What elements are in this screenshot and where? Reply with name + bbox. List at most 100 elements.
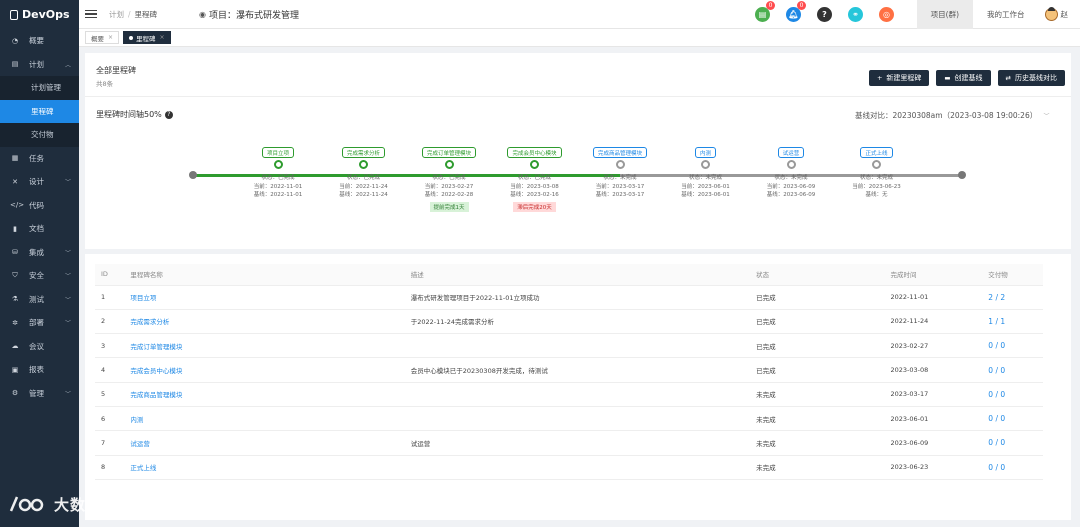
deliverables-link[interactable]: 0 / 0 (988, 406, 1043, 432)
milestone-name-link[interactable]: 完成订单管理模块 (130, 333, 411, 359)
timeline-milestone[interactable]: 正式上线 状态：未完成 当前：2023-06-23 基线：无 (832, 147, 922, 200)
new-milestone-button[interactable]: + 新建里程碑 (868, 70, 930, 86)
sidebar-item[interactable]: ⛁ 集成 ﹀ (0, 241, 79, 265)
milestone-status: 状态：已完成 (432, 175, 466, 181)
project-selector[interactable]: ◉ 项目： 瀑布式研发管理 (199, 8, 299, 21)
help-icon[interactable]: ? (164, 110, 173, 119)
sidebar-item[interactable]: ▦ 任务 (0, 147, 79, 171)
menu-toggle-icon[interactable] (85, 9, 97, 19)
milestone-base: 基线：2023-02-16 (510, 192, 559, 198)
row-status: 已完成 (756, 333, 891, 359)
sidebar-item-label: 文档 (29, 224, 44, 234)
sidebar-item[interactable]: ⚗ 测试 ﹀ (0, 288, 79, 312)
timeline-milestone[interactable]: 完成会员中心模块 状态：已完成 当前：2023-03-08 基线：2023-02-16… (490, 147, 580, 212)
sidebar-item[interactable]: ⛉ 安全 ﹀ (0, 264, 79, 288)
timeline-end-dot (958, 171, 966, 179)
test-icon: ⚗ (11, 295, 19, 304)
row-id: 3 (95, 333, 131, 359)
sidebar-item[interactable]: ▣ 报表 (0, 358, 79, 382)
deliverables-link[interactable]: 1 / 1 (988, 309, 1043, 335)
milestone-name-link[interactable]: 正式上线 (130, 455, 411, 480)
milestone-current: 当前：2023-02-27 (424, 183, 474, 190)
settings-icon-glyph: ◎ (883, 10, 890, 19)
settings-icon[interactable]: ◎ (879, 7, 894, 22)
timeline-milestone[interactable]: 内测 状态：未完成 当前：2023-06-01 基线：2023-06-01 (661, 147, 751, 200)
baseline-icon: ▬ (944, 74, 951, 82)
chevron-down-icon: ﹀ (64, 390, 71, 398)
history-compare-label: 历史基线对比 (1015, 74, 1057, 82)
sidebar-item[interactable]: ✕ 设计 ﹀ (0, 170, 79, 194)
chevron-down-icon: ﹀ (64, 320, 71, 328)
milestone-node (615, 160, 625, 169)
tab-my-workbench[interactable]: 我的工作台 (973, 0, 1039, 29)
app-logo[interactable]: DevOps (0, 0, 79, 29)
milestone-base: 基线：2022-11-24 (339, 192, 388, 198)
deliverables-link[interactable]: 0 / 0 (988, 357, 1043, 383)
page-title: 全部里程碑 (96, 66, 136, 75)
sidebar-item[interactable]: ▮ 文档 (0, 217, 79, 241)
row-id: 4 (95, 357, 131, 383)
milestone-base: 基线：2022-02-28 (424, 192, 474, 198)
col-id: ID (95, 264, 131, 286)
timeline-milestone[interactable]: 完成需求分析 状态：已完成 当前：2022-11-24 基线：2022-11-24 (319, 147, 409, 200)
history-baseline-compare-button[interactable]: ⇄ 历史基线对比 (997, 70, 1065, 86)
todo-icon[interactable]: ▤ 0 (755, 1, 775, 22)
sidebar-subitem[interactable]: 里程碑 (0, 99, 79, 123)
close-icon[interactable]: × (108, 34, 113, 41)
milestone-node (359, 160, 368, 169)
milestone-name-link[interactable]: 完成需求分析 (130, 309, 411, 335)
sidebar-subitem[interactable]: 交付物 (0, 123, 79, 147)
milestone-info: 状态：已完成 当前：2023-03-08 基线：2023-02-16 (510, 174, 558, 200)
report-icon: ▣ (11, 365, 19, 374)
sidebar-item[interactable]: ▤ 计划 ︿ (0, 53, 79, 77)
milestone-info: 状态：未完成 当前：2023-06-09 基线：2023-06-09 (767, 174, 815, 200)
milestone-name-link[interactable]: 试运营 (130, 430, 411, 456)
eye-icon: ◉ (199, 9, 207, 19)
deliverables-link[interactable]: 0 / 0 (988, 430, 1043, 456)
sidebar-item-label: 计划 (29, 59, 44, 69)
design-icon: ✕ (12, 177, 18, 186)
milestone-name-link[interactable]: 完成商品管理模块 (130, 382, 411, 407)
timeline-milestone[interactable]: 完成商品管理模块 状态：未完成 当前：2023-03-17 基线：2023-03-17 (575, 147, 665, 200)
milestone-status: 状态：未完成 (603, 175, 637, 181)
deliverables-link[interactable]: 0 / 0 (988, 382, 1043, 407)
sidebar-item[interactable]: ✲ 部署 ﹀ (0, 311, 79, 335)
notification-bell-icon[interactable]: 🔔︎ 0 (786, 1, 806, 22)
timeline-milestone[interactable]: 试运营 状态：未完成 当前：2023-06-09 基线：2023-06-09 (746, 147, 836, 200)
timeline-milestone[interactable]: 项目立项 状态：已完成 当前：2022-11-01 基线：2022-11-01 (233, 147, 323, 200)
row-complete-time: 2022-11-24 (890, 309, 989, 335)
sidebar-item[interactable]: </> 代码 (0, 194, 79, 218)
row-complete-time: 2023-06-23 (890, 455, 989, 480)
breadcrumb-item-plan[interactable]: 计划 (109, 10, 124, 19)
milestone-name-link[interactable]: 完成会员中心模块 (130, 357, 411, 383)
tab-overview[interactable]: 概要 × (85, 31, 120, 44)
doc-icon: ▮ (13, 224, 17, 233)
deliverables-link[interactable]: 0 / 0 (988, 455, 1043, 480)
create-baseline-button[interactable]: ▬ 创建基线 (936, 70, 991, 86)
timeline-milestone[interactable]: 完成订单管理模块 状态：已完成 当前：2023-02-27 基线：2022-02-28… (404, 147, 494, 212)
user-menu[interactable]: 赵 (1039, 7, 1080, 21)
avatar (1044, 7, 1058, 21)
close-icon[interactable]: × (160, 34, 165, 41)
baseline-compare-select[interactable]: 基线对比：20230308am（2023-03-08 19:00:26） ﹀ (855, 110, 1050, 121)
milestone-node (786, 160, 796, 169)
row-status: 已完成 (756, 309, 891, 335)
sidebar-item[interactable]: ⚙ 管理 ﹀ (0, 382, 79, 406)
tab-project-group[interactable]: 项目(群) (916, 0, 973, 29)
sidebar-item-label: 代码 (29, 200, 44, 210)
deliverables-link[interactable]: 2 / 2 (988, 285, 1043, 310)
link-icon[interactable]: ⚭ (848, 7, 863, 22)
deliverables-link[interactable]: 0 / 0 (988, 333, 1043, 359)
milestone-name-link[interactable]: 内测 (130, 406, 411, 432)
sidebar-item[interactable]: ◔ 概要 (0, 29, 79, 53)
milestone-count: 共8条 (96, 80, 114, 88)
help-icon[interactable]: ? (817, 7, 832, 22)
history-icon: ⇄ (1005, 74, 1011, 82)
tab-milestone[interactable]: 里程碑 × (123, 31, 171, 44)
sidebar-item[interactable]: ☁ 会议 (0, 335, 79, 359)
milestone-base: 基线：2022-11-01 (253, 192, 303, 198)
milestone-status: 状态：未完成 (774, 175, 808, 181)
sidebar-subitem[interactable]: 计划管理 (0, 76, 79, 100)
milestone-status: 状态：已完成 (346, 175, 380, 181)
milestone-name-link[interactable]: 项目立项 (130, 285, 411, 310)
